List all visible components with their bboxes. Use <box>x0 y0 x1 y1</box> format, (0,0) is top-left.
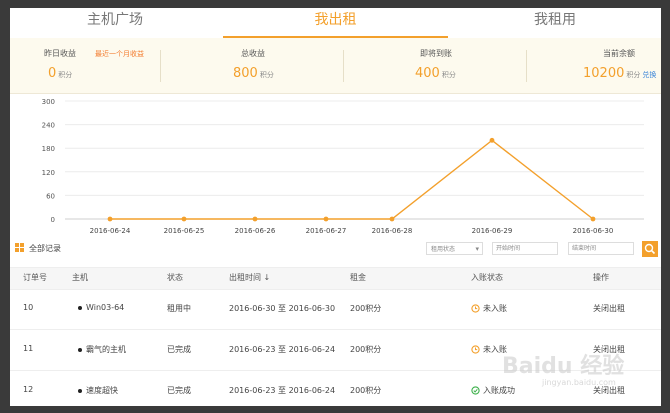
recent-month-earnings-link[interactable]: 最近一个月收益 <box>95 49 144 59</box>
stat-pending-value: 400 积分 <box>415 66 456 81</box>
stat-balance-label: 当前余额 <box>603 49 635 58</box>
data-point <box>389 216 395 222</box>
x-tick-label: 2016-06-26 <box>235 227 276 235</box>
baidu-watermark-url: jingyan.baidu.com <box>542 378 616 387</box>
end-time-input[interactable]: 结束时间 <box>568 242 634 255</box>
y-tick-label: 120 <box>42 169 55 177</box>
order-id: 10 <box>23 303 34 312</box>
col-order-id: 订单号 <box>23 273 47 282</box>
stat-pending-label: 即将到账 <box>420 49 452 58</box>
stat-yesterday-value: 0 积分 <box>48 66 73 81</box>
stat-yesterday-label: 昨日收益 <box>44 49 76 58</box>
rent-status-select[interactable]: 租用状态 ▾ <box>426 242 483 255</box>
y-tick-label: 0 <box>51 216 55 224</box>
col-rent-time[interactable]: 出租时间 ↓ <box>229 272 270 283</box>
rent-status: 租用中 <box>167 304 191 313</box>
y-tick-label: 60 <box>46 192 55 200</box>
x-tick-label: 2016-06-25 <box>164 227 205 235</box>
all-records-label: 全部记录 <box>29 244 61 253</box>
table-row: 10 Win03-64 租用中 2016-06-30 至 2016-06-30 … <box>10 289 661 330</box>
data-point <box>252 216 258 222</box>
chevron-down-icon: ▾ <box>475 245 479 253</box>
order-id: 11 <box>23 344 34 353</box>
col-action: 操作 <box>593 273 609 282</box>
x-tick-label: 2016-06-29 <box>472 227 513 235</box>
earnings-line-chart: 0 60 120 180 240 300 2016-06-24 2016-06-25 2016-… <box>42 98 644 235</box>
col-rent: 租金 <box>350 273 366 282</box>
data-point <box>590 216 596 222</box>
entry-status: 未入账 <box>471 303 507 314</box>
grid-icon <box>15 243 25 253</box>
top-tabs: 主机广场 我出租 我租用 <box>10 8 661 38</box>
series-line <box>110 139 594 220</box>
y-tick-label: 300 <box>42 98 55 106</box>
rent-status: 已完成 <box>167 386 191 395</box>
start-time-input[interactable]: 开始时间 <box>492 242 558 255</box>
y-tick-label: 240 <box>42 122 55 130</box>
stat-total: 总收益 800 积分 <box>161 38 343 93</box>
rent-amount: 200积分 <box>350 345 382 354</box>
rent-period: 2016-06-30 至 2016-06-30 <box>229 304 336 313</box>
table-header: 订单号 主机 状态 出租时间 ↓ 租金 入账状态 操作 <box>10 267 661 290</box>
entry-status: 入账成功 <box>471 385 515 396</box>
earnings-summary: 昨日收益 最近一个月收益 0 积分 总收益 800 积分 即将到账 400 积分 当前… <box>10 38 661 94</box>
rent-period: 2016-06-23 至 2016-06-24 <box>229 386 336 395</box>
search-icon <box>644 243 656 255</box>
stat-balance: 当前余额 10200 积分 兑换 <box>527 38 661 93</box>
x-tick-label: 2016-06-27 <box>306 227 347 235</box>
col-status: 状态 <box>167 273 183 282</box>
data-point <box>181 216 187 222</box>
host-name: 速度超快 <box>78 385 118 396</box>
stat-total-label: 总收益 <box>241 49 265 58</box>
col-entry-status: 入账状态 <box>471 273 503 282</box>
clock-icon <box>471 304 480 313</box>
rent-amount: 200积分 <box>350 386 382 395</box>
stat-yesterday: 昨日收益 最近一个月收益 0 积分 <box>10 38 160 93</box>
tab-my-rent-out[interactable]: 我出租 <box>223 8 448 38</box>
records-toolbar: 全部记录 租用状态 ▾ 开始时间 结束时间 <box>10 239 661 267</box>
data-point <box>323 216 329 222</box>
data-point <box>489 137 495 143</box>
exchange-link[interactable]: 兑换 <box>642 71 656 79</box>
baidu-watermark: Baidu 经验 <box>502 354 625 379</box>
close-rental-button[interactable]: 关闭出租 <box>593 303 625 314</box>
y-tick-label: 180 <box>42 145 55 153</box>
app-frame: 主机广场 我出租 我租用 昨日收益 最近一个月收益 0 积分 总收益 800 积分 … <box>10 8 661 406</box>
check-circle-icon <box>471 386 480 395</box>
stat-total-value: 800 积分 <box>233 66 274 81</box>
tab-my-rented[interactable]: 我租用 <box>450 8 660 36</box>
stat-pending: 即将到账 400 积分 <box>344 38 526 93</box>
host-name: Win03-64 <box>78 303 124 312</box>
x-tick-label: 2016-06-30 <box>573 227 614 235</box>
tab-host-plaza[interactable]: 主机广场 <box>10 8 220 36</box>
data-point <box>107 216 113 222</box>
clock-icon <box>471 345 480 354</box>
rent-status: 已完成 <box>167 345 191 354</box>
rent-amount: 200积分 <box>350 304 382 313</box>
col-host: 主机 <box>72 273 88 282</box>
x-tick-label: 2016-06-28 <box>372 227 413 235</box>
x-tick-label: 2016-06-24 <box>90 227 131 235</box>
host-name: 霸气的主机 <box>78 344 126 355</box>
stat-balance-value: 10200 积分 兑换 <box>583 66 657 81</box>
search-button[interactable] <box>642 241 658 257</box>
order-id: 12 <box>23 385 34 394</box>
rent-period: 2016-06-23 至 2016-06-24 <box>229 345 336 354</box>
